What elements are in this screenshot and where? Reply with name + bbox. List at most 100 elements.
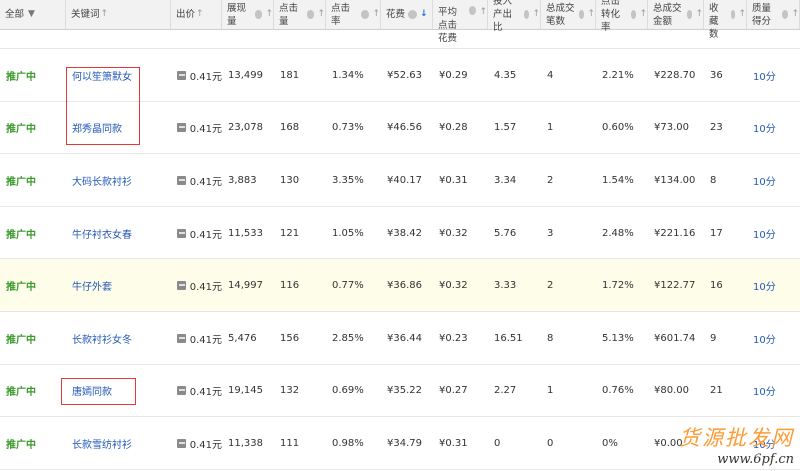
keyword-value[interactable]: 大码长款衬衫 [72,173,132,188]
keyword-value[interactable]: 长款衬衫女冬 [72,331,132,346]
cell-cvr: 2.21% [596,49,648,102]
keyword-value[interactable]: 长款雪纺衬衫 [72,436,132,451]
column-header-orders[interactable]: 总成交笔数 ↑ [541,0,596,30]
edit-bid-icon[interactable] [177,228,186,238]
sort-icon[interactable]: ↑ [101,8,109,21]
sort-desc-icon[interactable]: ↓ [420,8,428,21]
cell-roi: 2.27 [488,365,541,418]
cell-quality[interactable]: 10分 [747,102,800,155]
edit-bid-icon[interactable] [177,70,186,80]
cell-ctr: 0.73% [326,102,381,155]
column-header-quality[interactable]: 质量得分 ↑ [747,0,800,30]
column-header-label: 点击转化率 [601,0,621,33]
quality-value[interactable]: 10分 [753,226,776,241]
keyword-value[interactable]: 牛仔外套 [72,278,112,293]
cell-quality[interactable]: 10分 [747,154,800,207]
cell-orders: 0 [541,417,596,470]
column-header-spend[interactable]: 花费 ↓ [381,0,433,30]
sort-icon[interactable]: ↑ [372,8,380,21]
quality-value[interactable]: 10分 [753,383,776,398]
sort-icon[interactable]: ↑ [639,8,647,21]
cell-bid[interactable]: 0.41元 [171,49,222,102]
quality-value[interactable]: 10分 [753,278,776,293]
cell-quality[interactable]: 10分 [747,49,800,102]
help-icon[interactable] [306,10,315,19]
help-icon[interactable] [254,10,263,19]
help-icon[interactable] [524,10,530,19]
quality-value[interactable]: 10分 [753,68,776,83]
cell-bid[interactable]: 0.41元 [171,102,222,155]
cell-orders: 1 [541,102,596,155]
sort-icon[interactable]: ↑ [265,8,273,21]
column-header-cvr[interactable]: 点击转化率 ↑ [596,0,648,33]
column-header-status[interactable]: 全部 ▼ [0,0,66,30]
sort-icon[interactable]: ↑ [479,6,487,19]
cell-favorites: 23 [704,102,747,155]
sort-icon[interactable]: ↑ [317,8,325,21]
help-icon[interactable] [631,10,637,19]
cpc-value: ¥0.27 [439,385,468,397]
column-header-clicks[interactable]: 点击量 ↑ [274,0,326,30]
cell-bid[interactable]: 0.41元 [171,365,222,418]
spend-value: ¥52.63 [387,69,422,81]
sort-icon[interactable]: ↑ [196,8,204,21]
quality-value[interactable]: 10分 [753,331,776,346]
cell-bid[interactable]: 0.41元 [171,154,222,207]
cvr-value: 0.60% [602,122,634,134]
sort-icon[interactable]: ↑ [587,8,595,21]
chevron-down-icon[interactable]: ▼ [28,8,35,21]
cell-keyword[interactable]: 牛仔衬衣女春 [66,207,171,260]
help-icon[interactable] [782,10,789,19]
cell-quality[interactable]: 10分 [747,259,800,312]
quality-value[interactable]: 10分 [753,173,776,188]
cell-keyword[interactable]: 长款雪纺衬衫 [66,417,171,470]
cell-spend: ¥36.86 [381,259,433,312]
sort-icon[interactable]: ↑ [532,8,540,21]
cell-impressions: 19,145 [222,365,274,418]
cell-quality[interactable]: 10分 [747,312,800,365]
column-header-ctr[interactable]: 点击率 ↑ [326,0,381,30]
cell-keyword[interactable]: 大码长款衬衫 [66,154,171,207]
column-header-roi[interactable]: 投入产出比 ↑ [488,0,541,33]
edit-bid-icon[interactable] [177,386,186,396]
keyword-value[interactable]: 牛仔衬衣女春 [72,226,132,241]
edit-bid-icon[interactable] [177,281,186,291]
edit-bid-icon[interactable] [177,438,186,448]
column-header-favorites[interactable]: 总收藏数 ↑ [704,0,747,40]
edit-bid-icon[interactable] [177,123,186,133]
cell-roi: 16.51 [488,312,541,365]
help-icon[interactable] [686,10,693,19]
help-icon[interactable] [469,6,477,15]
cell-bid[interactable]: 0.41元 [171,312,222,365]
cell-clicks: 132 [274,365,326,418]
cell-revenue: ¥122.77 [648,259,704,312]
help-icon[interactable] [578,10,585,19]
sort-icon[interactable]: ↑ [738,8,746,21]
cell-cpc: ¥0.31 [433,417,488,470]
column-header-bid[interactable]: 出价 ↑ [171,0,222,30]
sort-icon[interactable]: ↑ [695,8,703,21]
help-icon[interactable] [360,10,370,19]
help-icon[interactable] [730,10,736,19]
column-header-impressions[interactable]: 展现量 ↑ [222,0,274,30]
cell-bid[interactable]: 0.41元 [171,207,222,260]
column-header-revenue[interactable]: 总成交金额 ↑ [648,0,704,30]
cell-quality[interactable]: 10分 [747,365,800,418]
cell-bid[interactable]: 0.41元 [171,417,222,470]
cell-quality[interactable]: 10分 [747,207,800,260]
cell-revenue: ¥73.00 [648,102,704,155]
edit-bid-icon[interactable] [177,333,186,343]
ctr-value: 0.77% [332,280,364,292]
cell-bid[interactable]: 0.41元 [171,259,222,312]
cell-keyword[interactable]: 长款衬衫女冬 [66,312,171,365]
cell-keyword[interactable]: 牛仔外套 [66,259,171,312]
sort-icon[interactable]: ↑ [791,8,799,21]
help-icon[interactable] [408,10,418,19]
orders-value: 1 [547,385,554,397]
column-header-cpc[interactable]: 平均点击花费 ↑ [433,0,488,44]
edit-bid-icon[interactable] [177,175,186,185]
column-header-keyword[interactable]: 关键词 ↑ [66,0,171,30]
ctr-value: 1.05% [332,227,364,239]
quality-value[interactable]: 10分 [753,120,776,135]
keyword-report-table: 全部 ▼ 关键词 ↑ 出价 ↑ 展现量 ↑ 点击量 ↑ 点击率 ↑ 花费 ↓ 平均点击花费 ↑ 投入产出比 ↑ 总成… [0,0,800,471]
